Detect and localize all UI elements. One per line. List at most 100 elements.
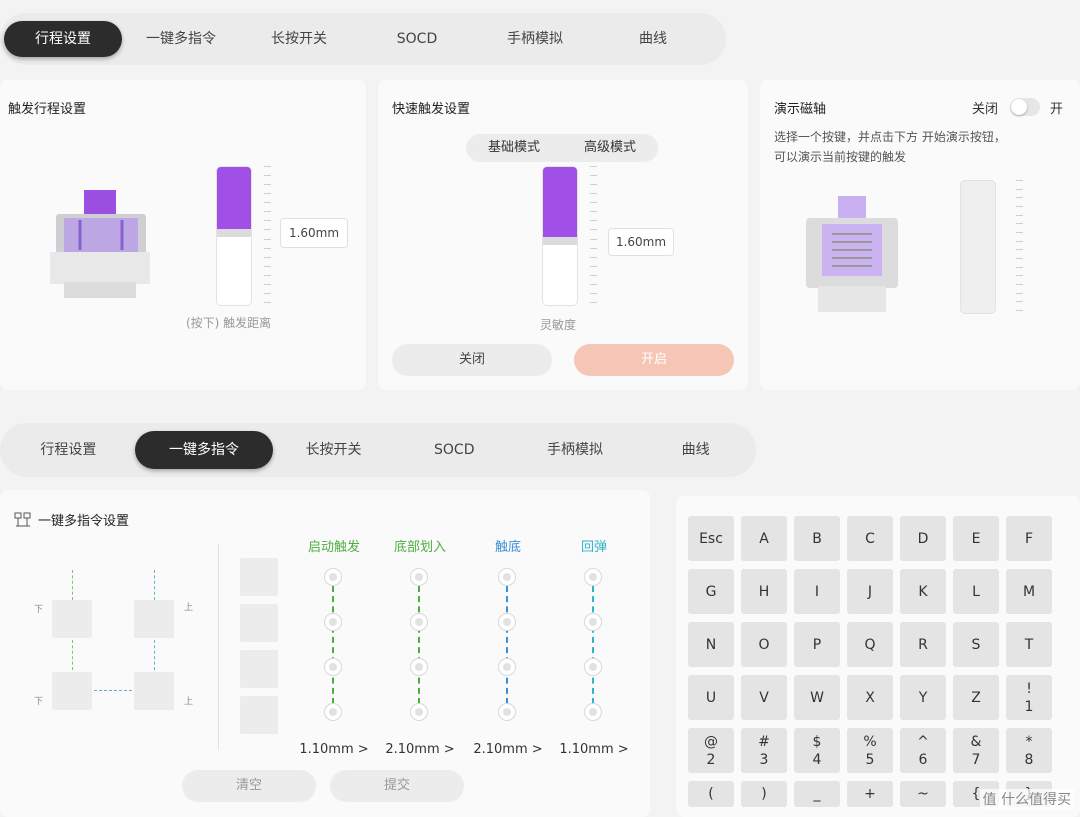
step-value-1[interactable]: 2.10mm >: [375, 742, 465, 757]
key-7[interactable]: G: [688, 569, 734, 614]
sensitivity-knob[interactable]: [543, 237, 577, 245]
key-33[interactable]: & 7: [953, 728, 999, 773]
key-30[interactable]: $4: [794, 728, 840, 773]
key-6[interactable]: F: [1006, 516, 1052, 561]
key-27[interactable]: ! 1: [1006, 675, 1052, 720]
key-3[interactable]: C: [847, 516, 893, 561]
key-28[interactable]: @2: [688, 728, 734, 773]
top-tab-1[interactable]: 一键多指令: [122, 21, 240, 57]
step-column-3: [584, 568, 604, 728]
key-4[interactable]: D: [900, 516, 946, 561]
key-32[interactable]: ^ 6: [900, 728, 946, 773]
step-dot-2-0[interactable]: [498, 568, 516, 586]
bottom-tab-2[interactable]: 长按开关: [273, 431, 394, 469]
key-slot-4[interactable]: [240, 696, 278, 734]
step-dot-1-1[interactable]: [410, 613, 428, 631]
sensitivity-fill: [543, 167, 577, 237]
key-16[interactable]: P: [794, 622, 840, 667]
step-dot-2-1[interactable]: [498, 613, 516, 631]
step-value-3[interactable]: 1.10mm >: [549, 742, 639, 757]
sensitivity-value[interactable]: 1.60mm: [608, 228, 674, 256]
key-0[interactable]: Esc: [688, 516, 734, 561]
submit-button[interactable]: 提交: [330, 770, 464, 802]
step-dot-0-0[interactable]: [324, 568, 342, 586]
step-dot-3-1[interactable]: [584, 613, 602, 631]
top-tab-0[interactable]: 行程设置: [4, 21, 122, 57]
key-8[interactable]: H: [741, 569, 787, 614]
key-26[interactable]: Z: [953, 675, 999, 720]
key-36[interactable]: ): [741, 781, 787, 807]
bottom-tab-bar: 行程设置 一键多指令 长按开关 SOCD 手柄模拟 曲线: [0, 423, 756, 477]
step-dot-0-3[interactable]: [324, 703, 342, 721]
multi-command-icon: [14, 512, 32, 528]
key-22[interactable]: V: [741, 675, 787, 720]
trigger-travel-slider[interactable]: [216, 166, 252, 306]
step-dot-0-1[interactable]: [324, 613, 342, 631]
bottom-tab-3[interactable]: SOCD: [394, 431, 515, 469]
key-24[interactable]: X: [847, 675, 893, 720]
key-19[interactable]: S: [953, 622, 999, 667]
key-2[interactable]: B: [794, 516, 840, 561]
step-dot-3-2[interactable]: [584, 658, 602, 676]
step-dot-3-3[interactable]: [584, 703, 602, 721]
key-label: N: [705, 636, 717, 653]
mode-advanced-button[interactable]: 高级模式: [562, 134, 658, 162]
key-5[interactable]: E: [953, 516, 999, 561]
key-12[interactable]: L: [953, 569, 999, 614]
sensitivity-slider[interactable]: [542, 166, 578, 306]
step-value-2[interactable]: 2.10mm >: [463, 742, 553, 757]
trigger-travel-panel: 触发行程设置 1.60mm (按下) 触发距离: [0, 80, 366, 390]
step-dot-2-3[interactable]: [498, 703, 516, 721]
key-21[interactable]: U: [688, 675, 734, 720]
key-25[interactable]: Y: [900, 675, 946, 720]
top-tab-4[interactable]: 手柄模拟: [476, 21, 594, 57]
rapid-off-button[interactable]: 关闭: [392, 344, 552, 376]
step-dot-1-2[interactable]: [410, 658, 428, 676]
key-34[interactable]: * 8: [1006, 728, 1052, 773]
key-slot-1[interactable]: [240, 558, 278, 596]
step-dot-2-2[interactable]: [498, 658, 516, 676]
key-29[interactable]: #3: [741, 728, 787, 773]
step-dot-1-3[interactable]: [410, 703, 428, 721]
key-39[interactable]: ~: [900, 781, 946, 807]
bottom-tab-4[interactable]: 手柄模拟: [515, 431, 636, 469]
key-37[interactable]: _: [794, 781, 840, 807]
key-35[interactable]: (: [688, 781, 734, 807]
top-tab-5[interactable]: 曲线: [594, 21, 712, 57]
rapid-on-button[interactable]: 开启: [574, 344, 734, 376]
key-17[interactable]: Q: [847, 622, 893, 667]
key-14[interactable]: N: [688, 622, 734, 667]
key-23[interactable]: W: [794, 675, 840, 720]
step-dot-0-2[interactable]: [324, 658, 342, 676]
bottom-tab-0[interactable]: 行程设置: [8, 431, 129, 469]
mode-basic-button[interactable]: 基础模式: [466, 134, 562, 162]
key-9[interactable]: I: [794, 569, 840, 614]
clear-button[interactable]: 清空: [182, 770, 316, 802]
step-dot-1-0[interactable]: [410, 568, 428, 586]
trigger-travel-knob[interactable]: [217, 229, 251, 237]
key-label: 5: [865, 751, 875, 768]
step-label-1: 底部划入: [393, 540, 446, 555]
key-1[interactable]: A: [741, 516, 787, 561]
top-tab-3[interactable]: SOCD: [358, 21, 476, 57]
bottom-tab-1[interactable]: 一键多指令: [134, 431, 274, 469]
key-38[interactable]: +: [847, 781, 893, 807]
bottom-tab-5[interactable]: 曲线: [635, 431, 756, 469]
key-slot-3[interactable]: [240, 650, 278, 688]
key-10[interactable]: J: [847, 569, 893, 614]
top-tab-2[interactable]: 长按开关: [240, 21, 358, 57]
key-11[interactable]: K: [900, 569, 946, 614]
trigger-travel-value[interactable]: 1.60mm: [280, 218, 348, 248]
key-15[interactable]: O: [741, 622, 787, 667]
divider: [218, 544, 219, 750]
key-20[interactable]: T: [1006, 622, 1052, 667]
key-13[interactable]: M: [1006, 569, 1052, 614]
flow-box-bottom-right: [134, 672, 174, 710]
step-value-0[interactable]: 1.10mm >: [289, 742, 379, 757]
demo-toggle[interactable]: [1010, 98, 1040, 116]
key-18[interactable]: R: [900, 622, 946, 667]
step-dot-3-0[interactable]: [584, 568, 602, 586]
key-31[interactable]: % 5: [847, 728, 893, 773]
key-label: W: [810, 689, 824, 706]
key-slot-2[interactable]: [240, 604, 278, 642]
